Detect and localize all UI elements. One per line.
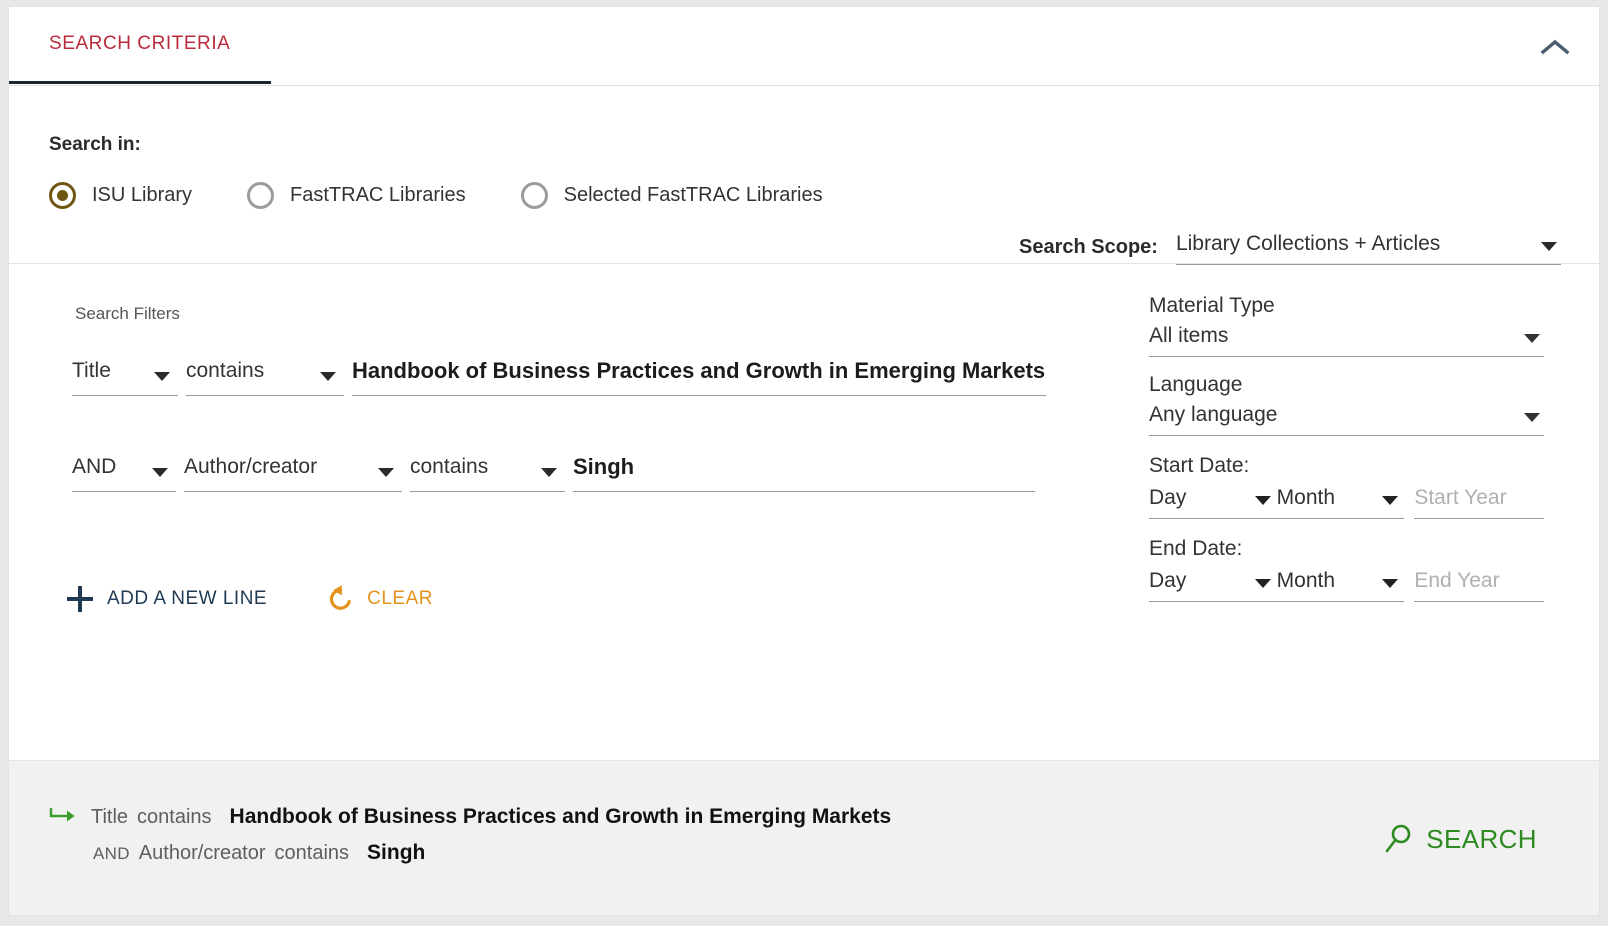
clear-button[interactable]: CLEAR: [325, 584, 433, 614]
summary-value: Singh: [367, 841, 426, 864]
summary-value: Handbook of Business Practices and Growt…: [229, 805, 892, 828]
summary-operator: contains: [137, 806, 212, 828]
advanced-search-panel: SEARCH CRITERIA Search in: ISU Library F…: [8, 6, 1600, 916]
filter-operator-select[interactable]: contains: [186, 356, 344, 396]
facet-column: Material Type All items Language Any lan…: [1149, 294, 1544, 602]
chevron-up-icon: [1540, 39, 1570, 55]
end-month-value: Month: [1276, 569, 1336, 592]
search-scope-select[interactable]: Library Collections + Articles: [1175, 232, 1561, 265]
filter-row: Title contains Handbook of Business Prac…: [72, 356, 1046, 396]
query-summary-bar: Title contains Handbook of Business Prac…: [9, 761, 1599, 915]
end-year-input[interactable]: End Year: [1414, 569, 1544, 602]
filter-term-input[interactable]: Handbook of Business Practices and Growt…: [352, 356, 1046, 396]
query-summary-line: AND Author/creator contains Singh: [93, 841, 891, 865]
end-date-row: Day Month End Year: [1149, 569, 1544, 602]
arrow-turn-right-icon: [49, 808, 75, 822]
radio-option-isu-library[interactable]: ISU Library: [49, 182, 192, 209]
chevron-down-icon: [320, 372, 336, 381]
language-select[interactable]: Any language: [1149, 403, 1544, 436]
add-new-line-button[interactable]: ADD A NEW LINE: [67, 586, 267, 612]
search-in-radio-group: ISU Library FastTRAC Libraries Selected …: [49, 182, 878, 209]
clear-label: CLEAR: [367, 588, 433, 609]
start-day-select[interactable]: Day: [1149, 486, 1277, 519]
end-year-placeholder: End Year: [1414, 569, 1500, 592]
radio-label-selected-fastrac-libraries: Selected FastTRAC Libraries: [563, 184, 823, 206]
search-scope-label: Search Scope:: [1019, 236, 1158, 258]
start-month-select[interactable]: Month: [1276, 486, 1405, 519]
filter-field-value: Title: [72, 359, 111, 382]
radio-label-fastrac-libraries: FastTRAC Libraries: [290, 184, 466, 206]
radio-icon-unselected: [520, 182, 548, 209]
search-button-label: SEARCH: [1426, 823, 1537, 854]
start-date-label: Start Date:: [1149, 454, 1250, 477]
chevron-down-icon: [152, 468, 168, 477]
filter-operator-value: contains: [410, 455, 489, 478]
query-summary-line: Title contains Handbook of Business Prac…: [49, 803, 891, 829]
chevron-down-icon: [1540, 242, 1557, 251]
material-type-select[interactable]: All items: [1149, 324, 1544, 357]
start-date-row: Day Month Start Year: [1149, 486, 1544, 519]
summary-field: Author/creator: [138, 842, 266, 864]
query-summary: Title contains Handbook of Business Prac…: [49, 803, 891, 865]
filter-operator-value: contains: [186, 359, 265, 382]
end-date-label: End Date:: [1149, 537, 1243, 560]
filter-field-value: Author/creator: [184, 455, 318, 478]
chevron-down-icon: [378, 468, 394, 477]
start-year-input[interactable]: Start Year: [1414, 486, 1544, 519]
summary-boolean: AND: [93, 844, 130, 863]
summary-field: Title: [91, 806, 129, 828]
language-label: Language: [1149, 373, 1243, 396]
filter-field-select[interactable]: Author/creator: [184, 452, 402, 492]
chevron-down-icon: [1254, 496, 1271, 505]
start-year-placeholder: Start Year: [1414, 486, 1507, 509]
summary-operator: contains: [274, 842, 350, 864]
filter-field-select[interactable]: Title: [72, 356, 178, 396]
rotate-ccw-icon: [330, 585, 351, 610]
end-day-select[interactable]: Day: [1149, 569, 1277, 602]
search-in-band: Search in: ISU Library FastTRAC Librarie…: [9, 86, 1599, 265]
radio-option-fastrac-libraries[interactable]: FastTRAC Libraries: [247, 182, 466, 209]
radio-label-isu-library: ISU Library: [92, 184, 193, 206]
search-button[interactable]: SEARCH: [1384, 823, 1537, 855]
chevron-down-icon: [1382, 496, 1399, 505]
search-scope-group: Search Scope: Library Collections + Arti…: [1019, 232, 1561, 265]
magnifier-icon: [1385, 824, 1411, 853]
panel-header: SEARCH CRITERIA: [9, 7, 1599, 86]
add-new-line-label: ADD A NEW LINE: [107, 588, 268, 609]
chevron-down-icon: [1524, 413, 1540, 422]
chevron-down-icon: [154, 372, 170, 381]
search-scope-value: Library Collections + Articles: [1175, 232, 1441, 255]
chevron-down-icon: [1524, 334, 1540, 343]
filter-term-value: Singh: [573, 454, 635, 479]
tab-search-criteria-label: SEARCH CRITERIA: [49, 33, 231, 54]
plus-icon: [67, 586, 93, 612]
end-month-select[interactable]: Month: [1276, 569, 1405, 602]
collapse-panel-button[interactable]: [1533, 25, 1577, 69]
material-type-value: All items: [1149, 324, 1229, 347]
end-day-value: Day: [1149, 569, 1187, 592]
chevron-down-icon: [1382, 579, 1399, 588]
filter-term-input[interactable]: Singh: [573, 452, 1035, 492]
radio-icon-selected: [49, 182, 76, 209]
search-filters-body: Search Filters Title contains Handbook o…: [9, 264, 1599, 761]
filter-actions: ADD A NEW LINE CLEAR: [67, 584, 433, 614]
start-day-value: Day: [1149, 486, 1187, 509]
filter-row: AND Author/creator contains Singh: [72, 452, 1035, 492]
filter-operator-select[interactable]: contains: [410, 452, 565, 492]
tab-search-criteria[interactable]: SEARCH CRITERIA: [9, 7, 271, 84]
material-type-label: Material Type: [1149, 294, 1275, 317]
search-filters-heading: Search Filters: [75, 304, 180, 323]
chevron-down-icon: [1254, 579, 1271, 588]
filter-term-value: Handbook of Business Practices and Growt…: [352, 358, 1046, 383]
start-month-value: Month: [1276, 486, 1336, 509]
radio-icon-unselected: [247, 182, 275, 209]
filter-boolean-value: AND: [72, 455, 117, 478]
search-in-label: Search in:: [49, 134, 141, 155]
language-value: Any language: [1149, 403, 1278, 426]
filter-boolean-select[interactable]: AND: [72, 452, 176, 492]
radio-option-selected-fastrac-libraries[interactable]: Selected FastTRAC Libraries: [520, 182, 823, 209]
chevron-down-icon: [541, 468, 557, 477]
